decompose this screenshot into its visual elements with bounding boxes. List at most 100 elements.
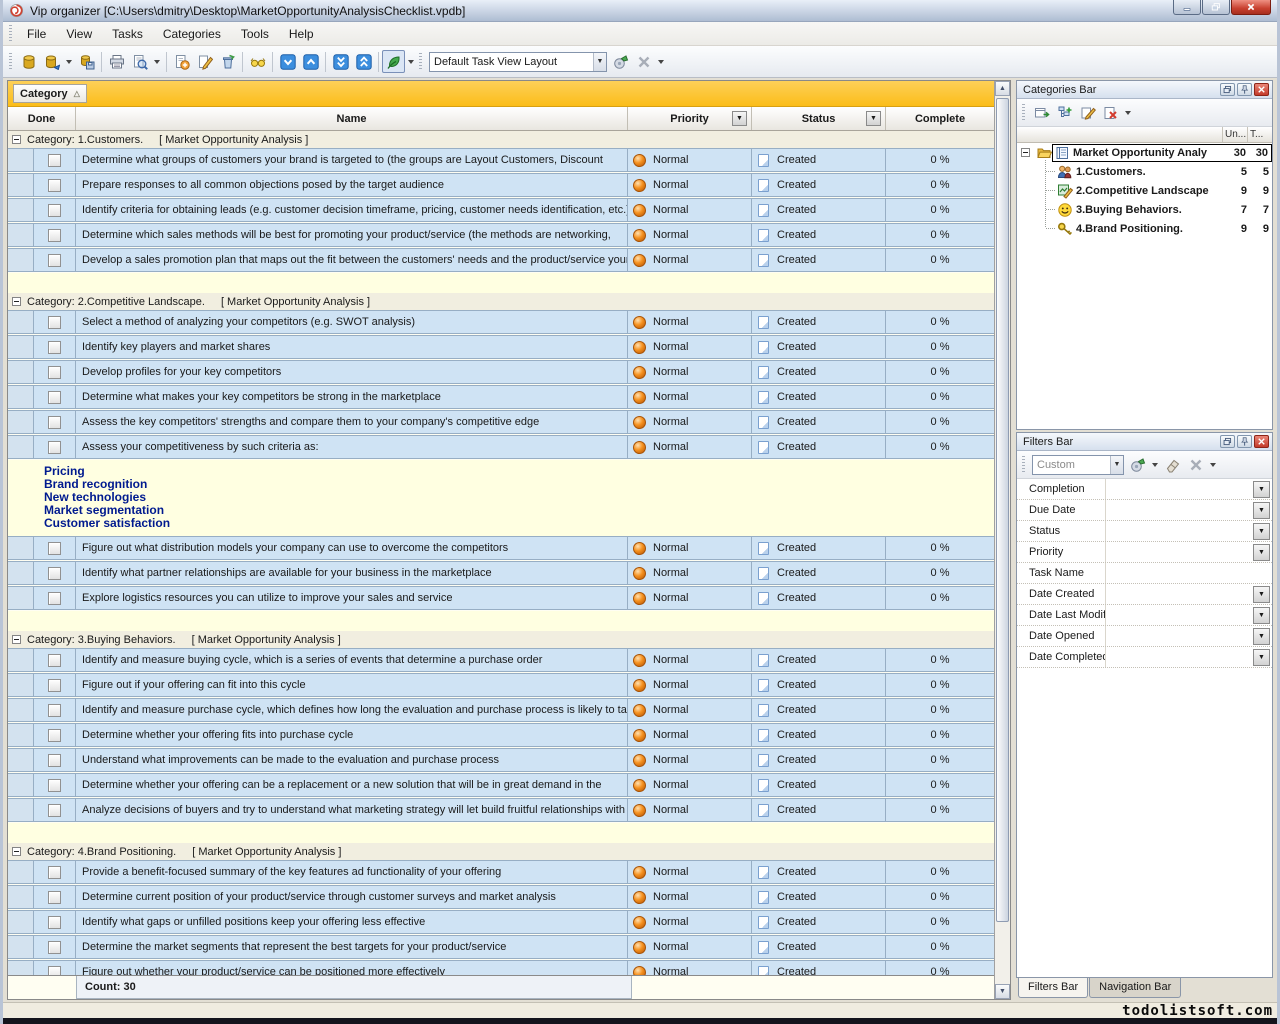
task-checkbox[interactable] [48,229,61,242]
task-row[interactable]: Prepare responses to all common objectio… [8,173,994,197]
task-row[interactable]: Determine whether your offering can be a… [8,773,994,797]
scrollbar-thumb[interactable] [996,98,1009,922]
task-row[interactable]: Assess the key competitors' strengths an… [8,410,994,434]
filter-value-field[interactable] [1106,647,1253,667]
filters-toolbar-grip[interactable] [1022,456,1025,474]
categories-restore-button[interactable] [1220,83,1235,96]
task-row[interactable]: Identify key players and market sharesNo… [8,335,994,359]
collapse-expander-icon[interactable] [12,297,21,306]
task-checkbox[interactable] [48,866,61,879]
move-up-button[interactable] [299,50,322,73]
task-checkbox[interactable] [48,416,61,429]
task-checkbox[interactable] [48,542,61,555]
filters-pin-button[interactable] [1237,435,1252,448]
vertical-scrollbar[interactable]: ▲ ▼ [994,81,1010,999]
task-row[interactable]: Understand what improvements can be made… [8,748,994,772]
collapse-expander-icon[interactable] [12,135,21,144]
dropdown-caret-icon[interactable] [658,60,664,64]
menu-tasks[interactable]: Tasks [102,23,153,45]
category-group-row[interactable]: Category: 4.Brand Positioning.[ Market O… [8,843,994,860]
combo-dropdown-icon[interactable]: ▼ [1110,456,1123,474]
task-checkbox[interactable] [48,804,61,817]
task-row[interactable]: Figure out whether your product/service … [8,960,994,975]
collapse-expander-icon[interactable] [12,635,21,644]
clear-filter-button[interactable] [1161,453,1184,476]
delete-layout-button[interactable] [632,50,655,73]
task-checkbox[interactable] [48,592,61,605]
move-bottom-button[interactable] [329,50,352,73]
filter-value-field[interactable] [1106,500,1253,520]
task-checkbox[interactable] [48,567,61,580]
task-row[interactable]: Identify and measure purchase cycle, whi… [8,698,994,722]
menu-help[interactable]: Help [279,23,324,45]
collapse-expander-icon[interactable] [12,847,21,856]
tab-navigation-bar[interactable]: Navigation Bar [1089,978,1181,998]
category-group-row[interactable]: Category: 2.Competitive Landscape.[ Mark… [8,293,994,310]
view-options-button[interactable] [246,50,269,73]
column-header-done[interactable]: Done [8,107,76,130]
task-checkbox[interactable] [48,704,61,717]
status-filter-dropdown[interactable]: ▼ [866,111,881,126]
filter-value-field[interactable] [1106,605,1253,625]
new-task-button[interactable] [170,50,193,73]
tab-filters-bar[interactable]: Filters Bar [1018,978,1088,998]
filter-value-field[interactable] [1106,521,1253,541]
category-tree-item[interactable]: 2.Competitive Landscape99 [1017,181,1272,200]
move-down-button[interactable] [276,50,299,73]
task-row[interactable]: Analyze decisions of buyers and try to u… [8,798,994,822]
task-row[interactable]: Determine the market segments that repre… [8,935,994,959]
categories-pin-button[interactable] [1237,83,1252,96]
task-checkbox[interactable] [48,679,61,692]
dropdown-caret-icon[interactable] [66,60,72,64]
dropdown-caret-icon[interactable] [408,60,414,64]
apply-filter-button[interactable] [1126,453,1149,476]
column-header-priority[interactable]: Priority▼ [628,107,752,130]
menu-file[interactable]: File [17,23,56,45]
dropdown-caret-icon[interactable] [154,60,160,64]
filter-dropdown-button[interactable]: ▼ [1253,523,1270,540]
task-checkbox[interactable] [48,316,61,329]
task-checkbox[interactable] [48,966,61,976]
filters-restore-button[interactable] [1220,435,1235,448]
task-row[interactable]: Figure out what distribution models your… [8,536,994,560]
scroll-up-button[interactable]: ▲ [995,81,1010,96]
task-row[interactable]: Identify criteria for obtaining leads (e… [8,198,994,222]
task-row[interactable]: Develop a sales promotion plan that maps… [8,248,994,272]
notes-button[interactable] [382,50,405,73]
menu-categories[interactable]: Categories [153,23,231,45]
menu-tools[interactable]: Tools [231,23,279,45]
task-row[interactable]: Provide a benefit-focused summary of the… [8,860,994,884]
task-row[interactable]: Select a method of analyzing your compet… [8,310,994,334]
task-row[interactable]: Determine current position of your produ… [8,885,994,909]
layout-toolbar-grip[interactable] [419,53,422,71]
categories-toolbar-grip[interactable] [1022,104,1025,122]
task-checkbox[interactable] [48,341,61,354]
delete-category-button[interactable] [1099,101,1122,124]
add-subcategory-button[interactable] [1053,101,1076,124]
task-view-layout-combo[interactable]: Default Task View Layout▼ [429,52,607,72]
filter-dropdown-button[interactable]: ▼ [1253,502,1270,519]
move-top-button[interactable] [352,50,375,73]
new-database-button[interactable] [17,50,40,73]
task-row[interactable]: Explore logistics resources you can util… [8,586,994,610]
task-checkbox[interactable] [48,391,61,404]
print-button[interactable] [105,50,128,73]
category-group-row[interactable]: Category: 1.Customers.[ Market Opportuni… [8,131,994,148]
apply-layout-button[interactable] [609,50,632,73]
task-row[interactable]: Determine what groups of customers your … [8,148,994,172]
category-tree-item[interactable]: 3.Buying Behaviors.77 [1017,200,1272,219]
minimize-button[interactable] [1173,0,1201,15]
task-row[interactable]: Determine which sales methods will be be… [8,223,994,247]
task-checkbox[interactable] [48,941,61,954]
menubar-grip[interactable] [9,25,12,43]
task-row[interactable]: Identify what partner relationships are … [8,561,994,585]
filter-dropdown-button[interactable]: ▼ [1253,481,1270,498]
scrollbar-track[interactable] [995,96,1010,984]
add-category-button[interactable] [1030,101,1053,124]
dropdown-caret-icon[interactable] [1125,111,1131,115]
dropdown-caret-icon[interactable] [1210,463,1216,467]
task-checkbox[interactable] [48,441,61,454]
task-row[interactable]: Identify what gaps or unfilled positions… [8,910,994,934]
close-button[interactable] [1231,0,1271,15]
task-checkbox[interactable] [48,729,61,742]
